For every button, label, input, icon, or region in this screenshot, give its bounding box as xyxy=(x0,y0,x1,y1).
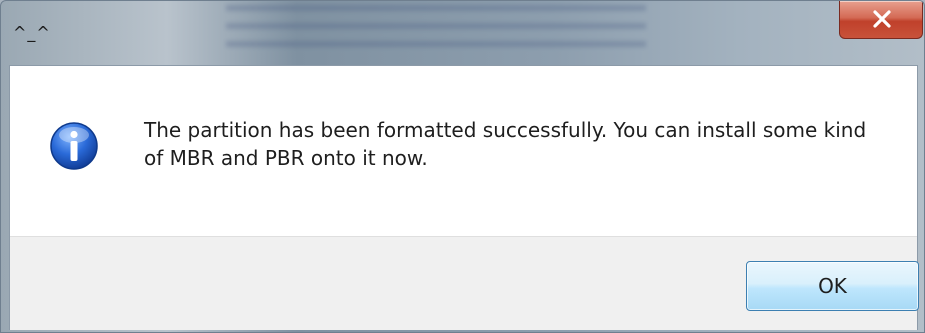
window-title: ^_^ xyxy=(13,23,51,42)
close-icon xyxy=(873,10,891,28)
dialog-window: ^_^ The partition has been formatted suc… xyxy=(0,0,925,333)
message-area: The partition has been formatted success… xyxy=(10,66,917,236)
title-bar[interactable]: ^_^ xyxy=(1,1,924,65)
information-icon xyxy=(50,122,98,170)
message-text: The partition has been formatted success… xyxy=(144,118,867,170)
dialog-client-area: The partition has been formatted success… xyxy=(9,65,919,330)
close-button[interactable] xyxy=(839,1,923,39)
ok-button[interactable]: OK xyxy=(746,261,919,311)
button-bar: OK xyxy=(10,236,919,330)
